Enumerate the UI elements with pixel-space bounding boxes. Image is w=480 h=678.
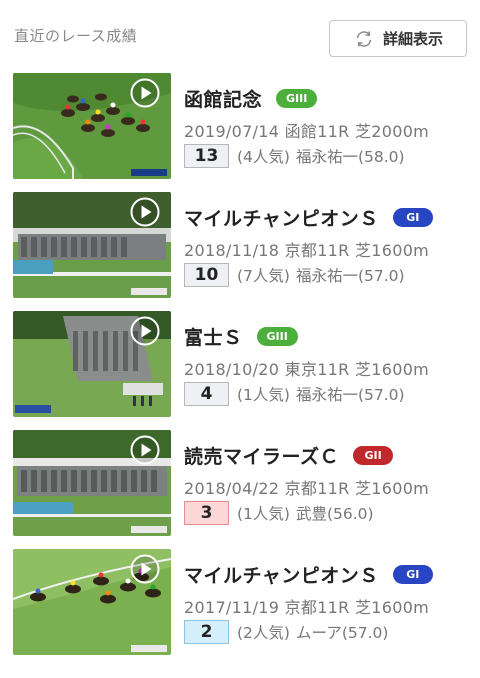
finish-position: 13 xyxy=(184,144,229,168)
jockey-weight: 福永祐一(58.0) xyxy=(295,148,405,166)
race-item[interactable]: マイルチャンピオンＳ GI 2017/11/19 京都11R 芝1600m 2 … xyxy=(0,549,480,655)
race-name: 富士Ｓ xyxy=(184,327,243,349)
race-title-row: 読売マイラーズＣ GII xyxy=(184,442,394,469)
finish-position: 4 xyxy=(184,382,229,406)
race-item[interactable]: マイルチャンピオンＳ GI 2018/11/18 京都11R 芝1600m 10… xyxy=(0,192,480,298)
jockey-weight: 福永祐一(57.0) xyxy=(295,267,405,285)
race-item[interactable]: 読売マイラーズＣ GII 2018/04/22 京都11R 芝1600m 3 (… xyxy=(0,430,480,536)
race-result: 2 (2人気) ムーア(57.0) xyxy=(184,620,388,644)
race-name: マイルチャンピオンＳ xyxy=(184,208,379,230)
race-video-thumbnail[interactable] xyxy=(13,311,171,417)
grade-badge: GII xyxy=(353,446,394,465)
race-result: 10 (7人気) 福永祐一(57.0) xyxy=(184,263,405,287)
race-info: 2018/11/18 京都11R 芝1600m xyxy=(184,241,430,260)
jockey-weight: 福永祐一(57.0) xyxy=(295,386,405,404)
race-title-row: マイルチャンピオンＳ GI xyxy=(184,204,433,231)
jockey-weight: ムーア(57.0) xyxy=(295,624,389,642)
race-video-thumbnail[interactable] xyxy=(13,192,171,298)
race-video-thumbnail[interactable] xyxy=(13,430,171,536)
race-item[interactable]: 富士Ｓ GIII 2018/10/20 東京11R 芝1600m 4 (1人気)… xyxy=(0,311,480,417)
race-name: マイルチャンピオンＳ xyxy=(184,565,379,587)
race-info: 2018/04/22 京都11R 芝1600m xyxy=(184,479,430,498)
popularity: (2人気) xyxy=(237,624,290,642)
play-icon xyxy=(130,435,160,465)
refresh-icon xyxy=(356,30,372,47)
grade-badge: GIII xyxy=(256,327,298,346)
race-info: 2019/07/14 函館11R 芝2000m xyxy=(184,122,430,141)
popularity: (1人気) xyxy=(237,505,290,523)
popularity: (7人気) xyxy=(237,267,290,285)
race-video-thumbnail[interactable] xyxy=(13,73,171,179)
play-icon xyxy=(130,197,160,227)
detail-button-label: 詳細表示 xyxy=(382,30,443,48)
popularity: (1人気) xyxy=(237,386,290,404)
race-info: 2018/10/20 東京11R 芝1600m xyxy=(184,360,430,379)
race-result: 13 (4人気) 福永祐一(58.0) xyxy=(184,144,405,168)
race-item[interactable]: 函館記念 GIII 2019/07/14 函館11R 芝2000m 13 (4人… xyxy=(0,73,480,179)
play-icon xyxy=(130,78,160,108)
race-name: 読売マイラーズＣ xyxy=(184,446,340,468)
grade-badge: GI xyxy=(392,208,433,227)
race-info: 2017/11/19 京都11R 芝1600m xyxy=(184,598,430,617)
play-icon xyxy=(130,554,160,584)
race-title-row: 富士Ｓ GIII xyxy=(184,323,298,350)
race-result: 4 (1人気) 福永祐一(57.0) xyxy=(184,382,405,406)
race-result: 3 (1人気) 武豊(56.0) xyxy=(184,501,374,525)
grade-badge: GI xyxy=(392,565,433,584)
popularity: (4人気) xyxy=(237,148,290,166)
finish-position: 3 xyxy=(184,501,229,525)
grade-badge: GIII xyxy=(276,89,318,108)
section-title: 直近のレース成績 xyxy=(14,27,138,45)
finish-position: 10 xyxy=(184,263,229,287)
detail-button[interactable]: 詳細表示 xyxy=(329,20,467,57)
section-header: 直近のレース成績 詳細表示 xyxy=(0,0,480,66)
race-title-row: 函館記念 GIII xyxy=(184,85,318,112)
finish-position: 2 xyxy=(184,620,229,644)
race-name: 函館記念 xyxy=(184,89,263,111)
jockey-weight: 武豊(56.0) xyxy=(295,505,374,523)
race-title-row: マイルチャンピオンＳ GI xyxy=(184,561,433,588)
race-video-thumbnail[interactable] xyxy=(13,549,171,655)
play-icon xyxy=(130,316,160,346)
